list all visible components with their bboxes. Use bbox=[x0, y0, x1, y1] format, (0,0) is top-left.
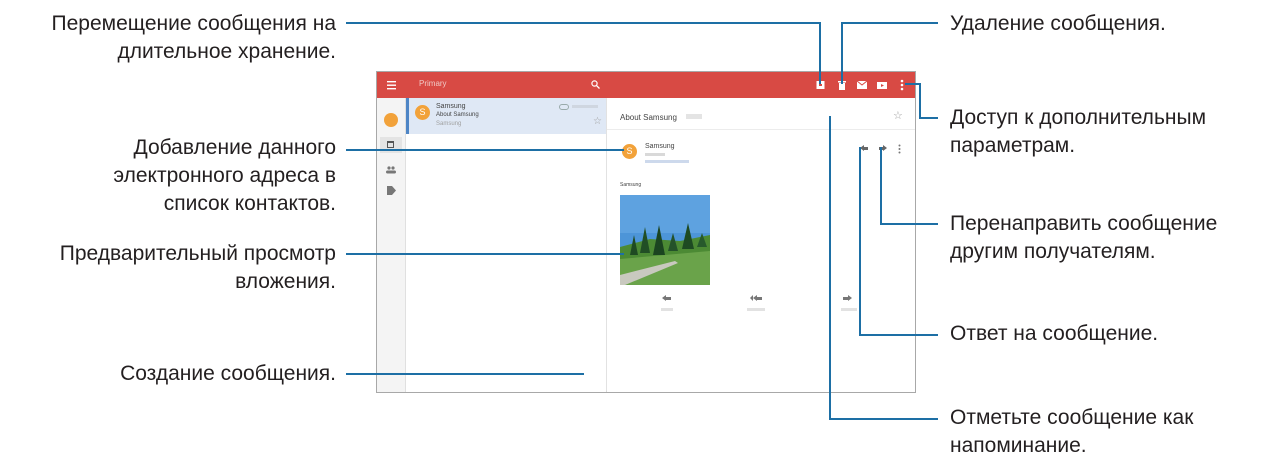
search-icon[interactable] bbox=[591, 80, 600, 89]
message-more-icon[interactable] bbox=[898, 144, 901, 154]
list-item-preview: Samsung bbox=[436, 121, 462, 127]
app-bar: Primary bbox=[377, 72, 915, 98]
forward-icon[interactable] bbox=[879, 145, 887, 152]
reminder-star-icon[interactable]: ☆ bbox=[893, 109, 903, 122]
inbox-icon[interactable] bbox=[380, 137, 402, 153]
message-reader: About Samsung ☆ S Samsung Samsung bbox=[607, 98, 915, 392]
message-list: S Samsung About Samsung Samsung ☆ bbox=[406, 98, 628, 392]
app-title: Primary bbox=[419, 79, 447, 88]
avatar: S bbox=[415, 105, 430, 120]
archive-icon[interactable] bbox=[816, 80, 825, 90]
compose-label: Создание сообщения. bbox=[120, 362, 336, 385]
list-item-time bbox=[572, 105, 598, 108]
archive-label: Перемещение сообщения на длительное хране… bbox=[51, 12, 336, 63]
contacts-icon[interactable] bbox=[386, 166, 396, 174]
add-contact-label: Добавление данного электронного адреса вс… bbox=[113, 136, 336, 215]
message-body: Samsung bbox=[620, 182, 642, 188]
star-icon[interactable]: ☆ bbox=[593, 116, 602, 127]
forward-label: Перенаправить сообщение другим получателя… bbox=[950, 212, 1218, 263]
account-icon[interactable] bbox=[384, 113, 398, 127]
delete-label: Удаление сообщения. bbox=[950, 12, 1166, 35]
reader-subject: About Samsung bbox=[620, 113, 677, 122]
reply-icon[interactable] bbox=[860, 145, 868, 152]
attachment-icon bbox=[559, 104, 569, 110]
reader-sender: Samsung bbox=[645, 143, 675, 150]
reply-all-action-icon[interactable] bbox=[750, 295, 762, 302]
more-options-label: Доступ к дополнительным параметрам. bbox=[950, 106, 1207, 157]
attachment-preview-label: Предварительный просмотр вложения. bbox=[59, 242, 336, 293]
menu-icon[interactable] bbox=[387, 80, 397, 90]
tablet-screen: Primary S Samsung About Samsung Samsung … bbox=[376, 71, 916, 393]
forward-action-icon[interactable] bbox=[843, 295, 853, 302]
list-item-sender: Samsung bbox=[436, 103, 466, 110]
delete-icon[interactable] bbox=[838, 80, 846, 90]
sender-avatar[interactable]: S bbox=[622, 144, 637, 159]
label-icon[interactable] bbox=[387, 186, 396, 195]
list-item[interactable]: S Samsung About Samsung Samsung ☆ bbox=[406, 98, 606, 134]
reply-action-icon[interactable] bbox=[662, 295, 672, 302]
attachment-preview-image[interactable] bbox=[620, 195, 710, 285]
list-item-subject: About Samsung bbox=[436, 112, 479, 118]
move-to-folder-icon[interactable] bbox=[877, 81, 887, 89]
reply-label: Ответ на сообщение. bbox=[950, 322, 1159, 345]
inbox-badge bbox=[686, 114, 702, 119]
mail-icon[interactable] bbox=[857, 81, 867, 89]
navigation-rail bbox=[377, 98, 406, 392]
reminder-label: Отметьте сообщение как напоминание. bbox=[950, 406, 1194, 457]
more-options-icon[interactable] bbox=[900, 79, 904, 91]
